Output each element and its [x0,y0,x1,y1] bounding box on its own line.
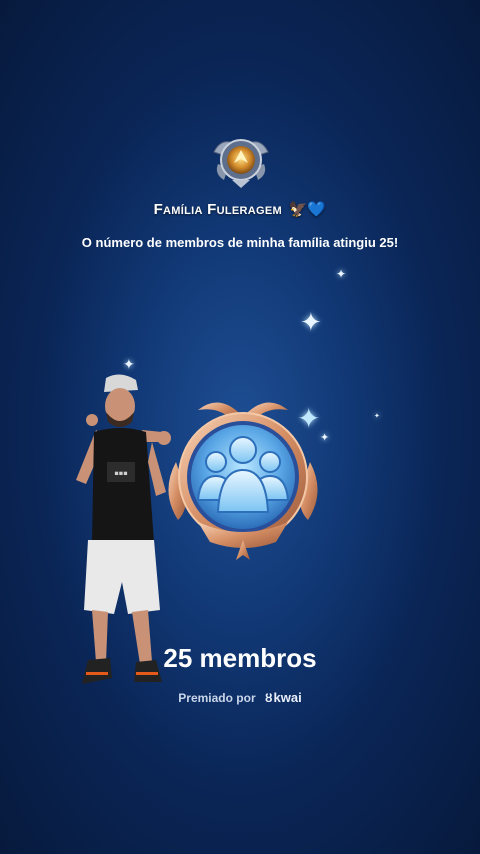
award-row: Premiado por ȣkwai [0,690,480,705]
award-prefix: Premiado por [178,691,256,705]
sparkle-icon: ✦ [336,267,347,281]
svg-text:◾◾◾: ◾◾◾ [114,470,127,477]
family-emojis: 🦅💙 [288,201,327,218]
family-members-badge-icon [168,402,318,560]
family-name-title: Família Fuleragem 🦅💙 [0,200,480,218]
eagle-shield-emblem-icon [213,139,269,188]
sparkle-icon: ✦ [300,307,322,337]
family-name-text: Família Fuleragem [153,201,282,218]
kwai-brand-text: kwai [273,690,302,705]
sparkle-icon: ✦ [123,356,135,372]
sparkle-icon: ✦ [374,413,380,420]
kwai-logo-icon: ȣkwai [264,690,302,705]
milestone-message: O número de membros de minha família ati… [81,235,399,250]
member-count-label: 25 membros [163,643,317,673]
